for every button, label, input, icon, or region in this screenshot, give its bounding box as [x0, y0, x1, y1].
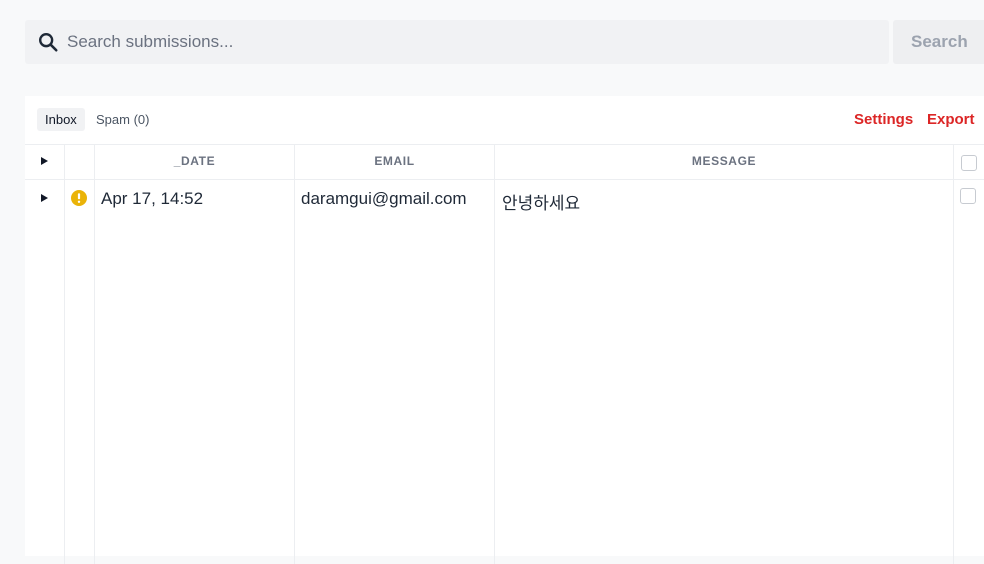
search-input[interactable]	[67, 20, 867, 64]
search-button[interactable]: Search	[893, 20, 984, 64]
row-expand-toggle[interactable]	[41, 194, 48, 202]
column-divider	[294, 144, 295, 564]
settings-link[interactable]: Settings	[854, 111, 913, 128]
submissions-panel: Inbox Spam (0) Settings Export _DATE EMA…	[25, 96, 984, 564]
column-header-message[interactable]: MESSAGE	[495, 144, 953, 179]
column-divider	[953, 144, 954, 564]
table-header-divider	[25, 179, 984, 180]
row-email: daramgui@gmail.com	[301, 189, 467, 208]
column-header-date[interactable]: _DATE	[95, 144, 294, 179]
expand-all-toggle[interactable]	[41, 157, 48, 165]
search-icon	[39, 33, 58, 52]
export-link[interactable]: Export	[927, 111, 975, 128]
column-divider	[94, 144, 95, 564]
column-header-email[interactable]: EMAIL	[295, 144, 494, 179]
tab-inbox[interactable]: Inbox	[37, 108, 85, 131]
column-divider	[494, 144, 495, 564]
row-message: 안녕하세요	[502, 194, 581, 213]
alert-icon	[71, 190, 87, 206]
column-divider	[64, 144, 65, 564]
select-all-checkbox[interactable]	[961, 155, 977, 171]
row-select-checkbox[interactable]	[960, 188, 976, 204]
row-date: Apr 17, 14:52	[101, 189, 204, 208]
tab-spam[interactable]: Spam (0)	[88, 108, 157, 131]
search-bar	[25, 20, 889, 64]
